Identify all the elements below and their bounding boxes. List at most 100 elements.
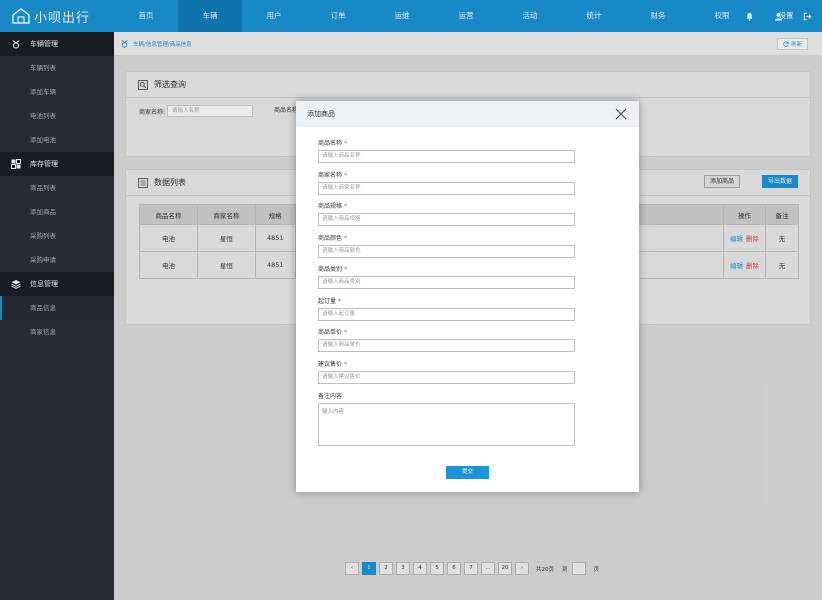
refresh-button[interactable]: 刷新 (776, 38, 808, 50)
remark-textarea[interactable]: 输入内容 (318, 403, 575, 446)
edit-link[interactable]: 编辑 (730, 235, 743, 243)
field-label: 商品名称 (318, 140, 343, 147)
merchant-name-input[interactable]: 请输入商家名称 (318, 182, 575, 195)
delete-link[interactable]: 删除 (746, 235, 759, 243)
cell-merchant-name: 星恒 (196, 251, 256, 279)
search-filter-icon (138, 79, 148, 90)
nav-statistics[interactable]: 统计 (562, 0, 626, 32)
field-label: 商品颜色 (318, 235, 343, 242)
field-label: 商品单价 (318, 329, 343, 336)
field-remark: 备注内容 输入内容 (318, 391, 575, 446)
nav-home[interactable]: 首页 (114, 0, 178, 32)
layers-icon (11, 280, 21, 289)
export-data-button[interactable]: 导出数据 (762, 175, 799, 188)
product-category-input[interactable]: 请输入商品类别 (318, 276, 575, 289)
sidebar-item-merchant-info[interactable]: 商家信息 (0, 320, 114, 344)
delete-link[interactable]: 删除 (746, 262, 759, 270)
field-merchant-name: 商家名称 * 请输入商家名称 (318, 170, 575, 195)
nav-operations[interactable]: 运营 (434, 0, 498, 32)
unit-price-input[interactable]: 请输入商品单价 (318, 339, 575, 352)
cell-product-name: 电池 (139, 224, 198, 252)
page-goto-input[interactable] (571, 562, 586, 575)
product-filter-label: 商品名称 (274, 107, 299, 114)
sidebar-item-add-vehicle[interactable]: 添加车辆 (0, 80, 114, 104)
required-mark: * (344, 329, 348, 336)
edit-link[interactable]: 编辑 (730, 262, 743, 270)
field-unit-price: 商品单价 * 请输入商品单价 (318, 327, 575, 352)
page-button[interactable]: 3 (396, 562, 410, 575)
field-label: 建议售价 (318, 361, 343, 368)
field-label: 商家名称 (318, 172, 343, 179)
page-suffix: 页 (593, 566, 600, 573)
column-header-product-name: 商品名称 (139, 204, 198, 225)
merchant-filter-input[interactable]: 请输入名称 (167, 105, 254, 117)
logout-icon (803, 12, 812, 20)
notification-button[interactable] (735, 0, 764, 32)
page-button[interactable]: 4 (413, 562, 427, 575)
sidebar-item-add-battery[interactable]: 添加电池 (0, 128, 114, 152)
field-product-category: 商品类别 * 请输入商品类别 (318, 264, 575, 289)
sidebar-item-vehicle-list[interactable]: 车辆列表 (0, 56, 114, 80)
sidebar-item-purchase-list[interactable]: 采购列表 (0, 224, 114, 248)
column-header-note: 备注 (764, 204, 800, 225)
page-button[interactable]: 20 (498, 562, 512, 575)
product-spec-input[interactable]: 请输入商品规格 (318, 213, 575, 226)
refresh-label: 刷新 (790, 42, 802, 48)
sidebar-item-product-list[interactable]: 商品列表 (0, 176, 114, 200)
page-button[interactable]: 2 (379, 562, 393, 575)
field-label: 商品规格 (318, 203, 343, 210)
page-button[interactable]: 5 (430, 562, 444, 575)
list-title-text: 数据列表 (154, 178, 186, 187)
house-logo-icon (12, 8, 30, 24)
page-button[interactable]: 7 (464, 562, 478, 575)
add-product-modal: 添加商品 商品名称 * 请输入商品名称 商家名称 * 请输入商家名称 商品规格 * 请… (296, 101, 639, 492)
close-icon[interactable] (615, 108, 627, 120)
breadcrumb-text[interactable]: 车辆/信息管理/商品信息 (133, 40, 192, 48)
sidebar-group-info[interactable]: 信息管理 (0, 272, 114, 296)
nav-finance[interactable]: 财务 (626, 0, 690, 32)
nav-maintenance[interactable]: 运维 (370, 0, 434, 32)
next-page-button[interactable]: › (515, 562, 529, 575)
refresh-icon (783, 41, 789, 47)
user-button[interactable] (764, 0, 793, 32)
grid-icon (11, 159, 21, 169)
filter-title-text: 筛选查询 (154, 80, 186, 89)
sidebar-item-purchase-request[interactable]: 采购申请 (0, 248, 114, 272)
prev-page-button[interactable]: ‹ (345, 562, 359, 575)
field-label: 备注内容 (318, 393, 343, 400)
sidebar-item-product-info[interactable]: 商品信息 (0, 296, 114, 320)
sidebar-item-add-product[interactable]: 添加商品 (0, 200, 114, 224)
cell-spec: 4851 (254, 224, 296, 252)
sidebar-item-battery-list[interactable]: 电池列表 (0, 104, 114, 128)
product-color-input[interactable]: 请输入商品颜色 (318, 245, 575, 258)
modal-title: 添加商品 (307, 110, 335, 118)
cell-product-name: 电池 (139, 251, 198, 279)
page-button[interactable]: 6 (447, 562, 461, 575)
add-product-button[interactable]: 添加商品 (704, 175, 741, 188)
cell-actions: 编辑 删除 (723, 251, 766, 279)
nav-vehicles[interactable]: 车辆 (178, 0, 242, 32)
field-label: 商品类别 (318, 266, 343, 273)
field-suggested-price: 建议售价 * 请输入建议售价 (318, 359, 575, 384)
nav-orders[interactable]: 订单 (306, 0, 370, 32)
submit-button[interactable]: 提交 (446, 466, 489, 479)
required-mark: * (338, 298, 342, 305)
top-actions (735, 0, 822, 32)
page-goto-label: 到 (562, 566, 568, 573)
column-header-merchant-name: 商家名称 (196, 204, 256, 225)
scooter-icon (121, 39, 128, 48)
sidebar-group-vehicles[interactable]: 车辆管理 (0, 32, 114, 56)
product-name-input[interactable]: 请输入商品名称 (318, 150, 575, 163)
bell-icon (746, 12, 753, 21)
column-header-spec: 规格 (254, 204, 296, 225)
logout-button[interactable] (793, 0, 822, 32)
min-order-input[interactable]: 请输入起订量 (318, 308, 575, 321)
app-logo[interactable]: 小呗出行 (0, 0, 114, 32)
page-button[interactable]: 1 (362, 562, 376, 575)
sidebar-group-inventory[interactable]: 库存管理 (0, 152, 114, 176)
nav-users[interactable]: 用户 (242, 0, 306, 32)
suggested-price-input[interactable]: 请输入建议售价 (318, 371, 575, 384)
nav-activities[interactable]: 活动 (498, 0, 562, 32)
field-product-color: 商品颜色 * 请输入商品颜色 (318, 233, 575, 258)
required-mark: * (344, 235, 348, 242)
